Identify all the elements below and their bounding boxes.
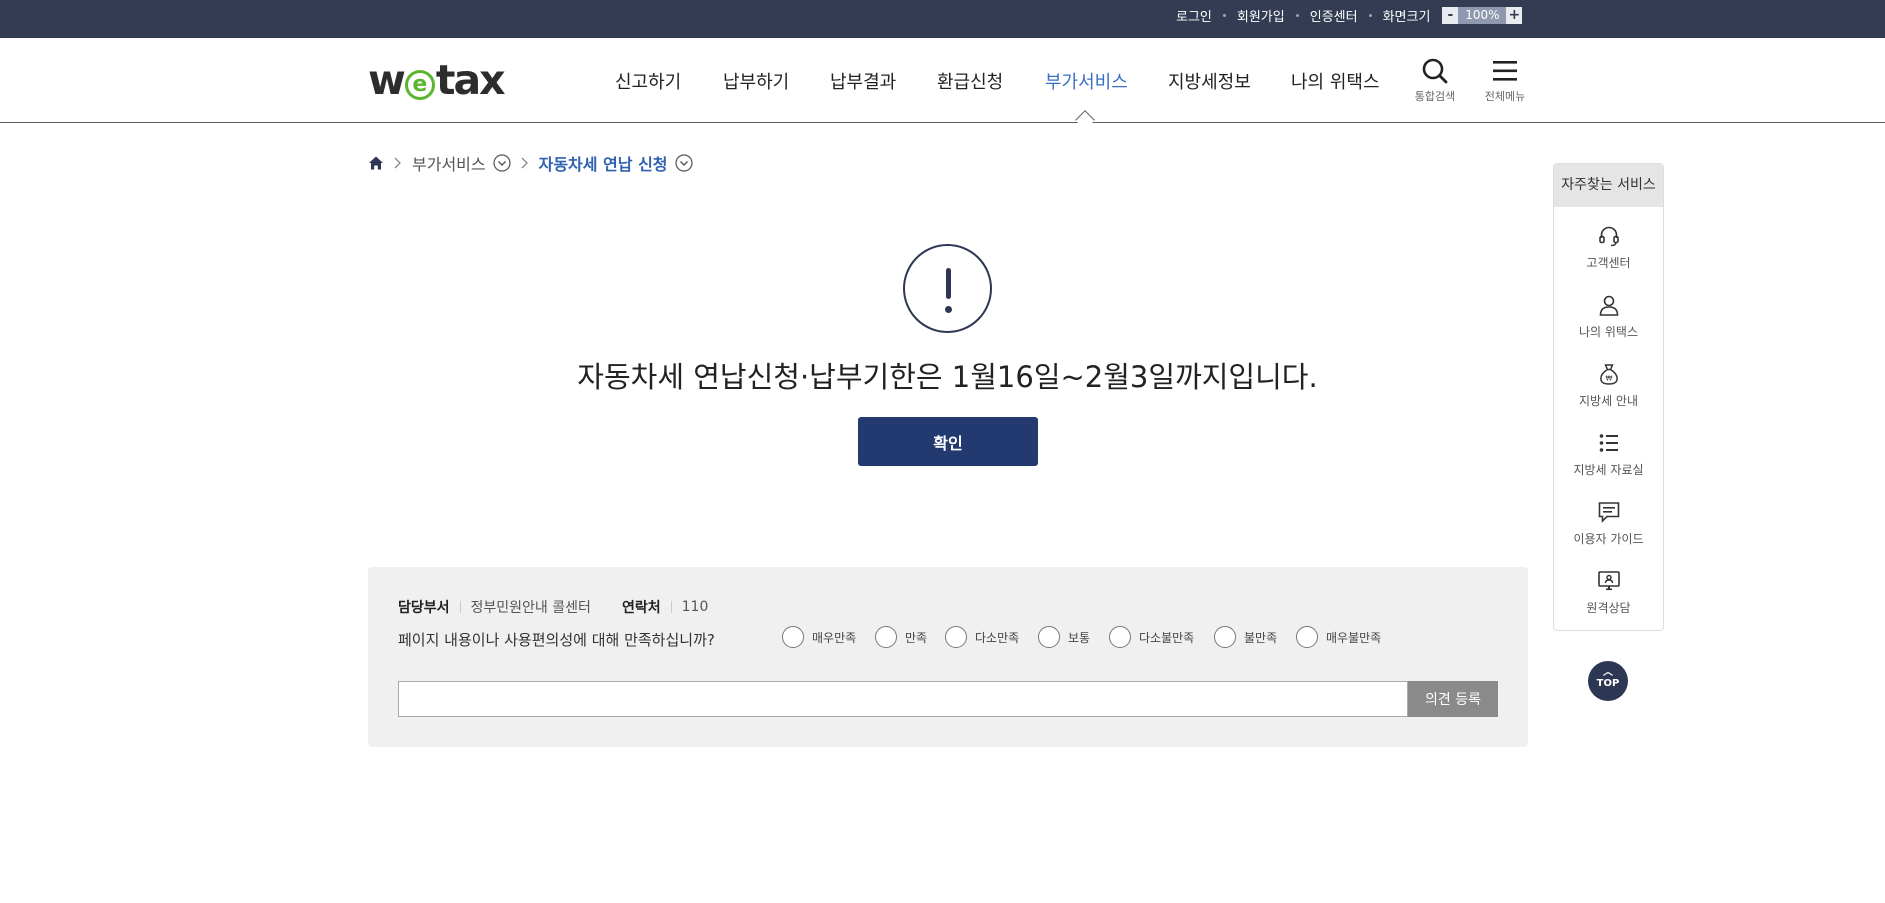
- radio-button[interactable]: [1109, 626, 1131, 648]
- hamburger-icon: [1493, 61, 1517, 81]
- scroll-top-button[interactable]: ︿ TOP: [1588, 661, 1628, 701]
- chat-bubble-icon: [1598, 502, 1619, 523]
- radio-button[interactable]: [945, 626, 967, 648]
- login-link[interactable]: 로그인: [1176, 6, 1212, 25]
- rating-label: 매우만족: [812, 630, 857, 645]
- utility-bar: 로그인 회원가입 인증센터 화면크기 - 100% +: [0, 0, 1885, 38]
- quick-item-label: 지방세 안내: [1578, 394, 1638, 408]
- rating-neutral[interactable]: 보통: [1038, 626, 1090, 648]
- all-menu-button[interactable]: 전체메뉴: [1475, 58, 1535, 104]
- rating-label: 매우불만족: [1326, 630, 1382, 645]
- logo-text-tax: tax: [435, 56, 506, 104]
- money-bag-icon: ₩: [1599, 364, 1618, 385]
- separator-dot: [1368, 13, 1372, 17]
- rating-label: 만족: [905, 630, 928, 645]
- quick-menu: 자주찾는 서비스 고객센터 나의 위택스 ₩ 지방세 안내 지방세 자료실 이용…: [1553, 163, 1664, 631]
- rating-somewhat-satisfied[interactable]: 다소만족: [945, 626, 1019, 648]
- quick-item-label: 이용자 가이드: [1573, 532, 1644, 546]
- monitor-icon: [1597, 571, 1620, 591]
- radio-button[interactable]: [875, 626, 897, 648]
- nav-extra-services[interactable]: 부가서비스: [1045, 68, 1128, 94]
- separator-dot: [1295, 13, 1299, 17]
- quick-my-wetax[interactable]: 나의 위택스: [1554, 293, 1663, 340]
- dept-label: 담당부서: [398, 600, 450, 616]
- quick-customer-center[interactable]: 고객센터: [1554, 224, 1663, 271]
- breadcrumb-level1[interactable]: 부가서비스: [412, 151, 486, 175]
- radio-button[interactable]: [1214, 626, 1236, 648]
- quick-remote-consult[interactable]: 원격상담: [1554, 569, 1663, 616]
- cert-center-link[interactable]: 인증센터: [1310, 6, 1358, 25]
- breadcrumb-current[interactable]: 자동차세 연납 신청: [539, 151, 668, 175]
- search-icon: [1422, 58, 1448, 84]
- user-icon: [1599, 295, 1618, 316]
- rating-very-satisfied[interactable]: 매우만족: [782, 626, 856, 648]
- contact-value: 110: [681, 599, 709, 615]
- quick-user-guide[interactable]: 이용자 가이드: [1554, 500, 1663, 547]
- survey-question: 페이지 내용이나 사용편의성에 대해 만족하십니까?: [398, 631, 715, 649]
- quick-item-label: 지방세 자료실: [1573, 463, 1644, 477]
- site-header: w e tax 신고하기 납부하기 납부결과 환급신청 부가서비스 지방세정보 나의…: [0, 38, 1885, 123]
- dept-info: 담당부서 정부민원안내 콜센터: [398, 597, 591, 617]
- quick-item-label: 원격상담: [1586, 601, 1631, 615]
- nav-refund[interactable]: 환급신청: [937, 68, 1003, 94]
- signup-link[interactable]: 회원가입: [1237, 6, 1285, 25]
- rating-label: 불만족: [1244, 630, 1278, 645]
- rating-dissatisfied[interactable]: 불만족: [1214, 626, 1277, 648]
- nav-payment-result[interactable]: 납부결과: [830, 68, 896, 94]
- chevron-right-icon: [521, 157, 528, 169]
- rating-satisfied[interactable]: 만족: [875, 626, 927, 648]
- search-label: 통합검색: [1414, 90, 1456, 103]
- notice-message: 자동차세 연납신청·납부기한은 1월16일~2월3일까지입니다.: [577, 360, 1318, 394]
- rating-somewhat-dissatisfied[interactable]: 다소불만족: [1109, 626, 1194, 648]
- screen-size-label: 화면크기: [1382, 9, 1431, 25]
- zoom-level: 100%: [1458, 6, 1507, 24]
- logo-e-mark: e: [404, 70, 435, 100]
- radio-button[interactable]: [1038, 626, 1060, 648]
- opinion-input[interactable]: [398, 681, 1408, 717]
- utility-links: 로그인 회원가입 인증센터 화면크기 - 100% +: [1176, 0, 1523, 30]
- chevron-right-icon: [394, 157, 401, 169]
- nav-my-wetax[interactable]: 나의 위택스: [1291, 68, 1380, 94]
- exclamation-icon: [903, 244, 992, 333]
- rating-very-dissatisfied[interactable]: 매우불만족: [1296, 626, 1381, 648]
- quick-local-tax-library[interactable]: 지방세 자료실: [1554, 431, 1663, 478]
- breadcrumb: 부가서비스 자동차세 연납 신청: [368, 152, 693, 174]
- nav-payment[interactable]: 납부하기: [723, 68, 789, 94]
- rating-label: 보통: [1068, 630, 1091, 645]
- divider: [670, 601, 672, 613]
- search-button[interactable]: 통합검색: [1405, 58, 1465, 104]
- divider: [459, 601, 461, 613]
- logo-text-w: w: [368, 56, 406, 104]
- home-icon[interactable]: [368, 155, 384, 171]
- rating-label: 다소만족: [975, 630, 1020, 645]
- all-menu-label: 전체메뉴: [1484, 90, 1526, 103]
- nav-report[interactable]: 신고하기: [615, 68, 681, 94]
- zoom-control: - 100% +: [1442, 6, 1523, 24]
- radio-button[interactable]: [1296, 626, 1318, 648]
- rating-label: 다소불만족: [1139, 630, 1195, 645]
- quick-item-label: 나의 위택스: [1578, 325, 1638, 339]
- dept-value: 정부민원안내 콜센터: [470, 600, 591, 616]
- chevron-down-icon[interactable]: [674, 154, 693, 172]
- contact-label: 연락처: [622, 600, 661, 616]
- chevron-up-icon: ︿: [1603, 667, 1613, 678]
- quick-item-label: 고객센터: [1586, 256, 1631, 270]
- zoom-out-button[interactable]: -: [1442, 6, 1459, 24]
- quick-local-tax-guide[interactable]: ₩ 지방세 안내: [1554, 362, 1663, 409]
- quick-menu-title: 자주찾는 서비스: [1554, 164, 1663, 207]
- chevron-down-icon[interactable]: [493, 154, 511, 172]
- satisfaction-survey: 담당부서 정부민원안내 콜센터 연락처 110 페이지 내용이나 사용편의성에 …: [368, 567, 1528, 747]
- submit-opinion-button[interactable]: 의견 등록: [1408, 681, 1498, 717]
- svg-text:₩: ₩: [1605, 375, 1612, 383]
- contact-info: 연락처 110: [622, 597, 708, 617]
- confirm-button[interactable]: 확인: [858, 417, 1038, 466]
- nav-local-tax-info[interactable]: 지방세정보: [1168, 68, 1251, 94]
- headset-icon: [1598, 226, 1619, 247]
- radio-button[interactable]: [782, 626, 804, 648]
- top-label: TOP: [1596, 678, 1620, 689]
- wetax-logo[interactable]: w e tax: [368, 60, 506, 101]
- zoom-in-button[interactable]: +: [1506, 6, 1523, 24]
- separator-dot: [1222, 13, 1226, 17]
- list-icon: [1599, 434, 1618, 452]
